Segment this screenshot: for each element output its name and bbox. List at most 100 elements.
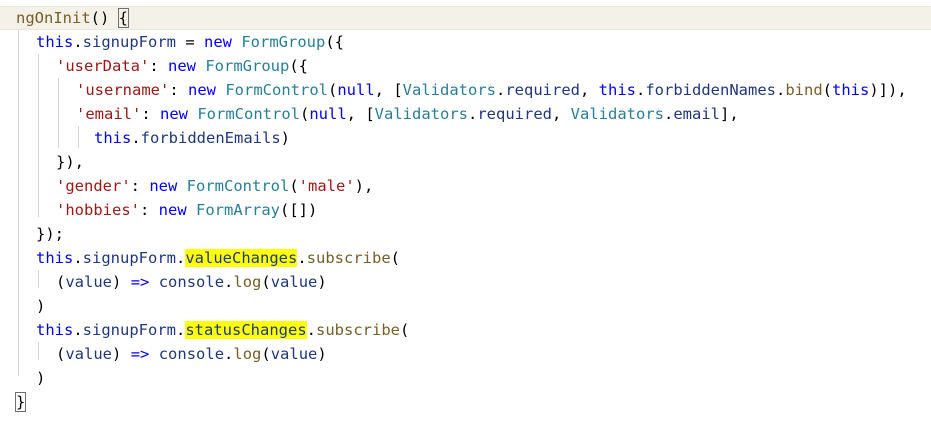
code-line-content: } [14,390,27,414]
code-token: : [140,201,159,219]
code-token: , [ [346,105,375,123]
code-token: )]), [869,81,907,99]
code-token: }); [36,225,64,243]
code-token: Validators [570,105,664,123]
code-line-content: }), [56,150,84,174]
code-token: console [158,273,225,291]
code-token: ngOnInit [16,9,91,27]
code-token: . [636,81,646,99]
code-line[interactable]: ) [0,366,931,390]
code-line-content: 'userData': new FormGroup({ [56,54,308,78]
code-token: this [832,81,870,99]
code-token: , [580,81,599,99]
code-token: ({ [325,33,345,51]
code-token: required [505,81,580,99]
highlighted-token: statusChanges [185,321,307,339]
code-token: value [65,345,113,363]
code-token: log [233,273,262,291]
code-line[interactable]: } [0,390,931,414]
code-token: Validators [374,105,468,123]
code-line[interactable]: ngOnInit() { [0,6,931,30]
code-token: signupForm [82,321,176,339]
code-line[interactable]: 'gender': new FormControl('male'), [0,174,931,198]
code-line-content: this.signupForm = new FormGroup({ [36,30,344,54]
code-token: . [73,33,83,51]
code-token: ) [280,129,290,147]
code-line[interactable]: }), [0,150,931,174]
code-token: . [224,345,234,363]
code-token: ), [354,177,374,195]
code-token: value [270,273,318,291]
code-token: ({ [289,57,309,75]
code-line-content: this.signupForm.statusChanges.subscribe( [36,318,409,342]
code-token: . [776,81,786,99]
matched-bracket: { [117,8,130,28]
code-line[interactable]: (value) => console.log(value) [0,342,931,366]
code-line[interactable]: (value) => console.log(value) [0,270,931,294]
code-token: ( [261,345,271,363]
code-token: . [73,249,83,267]
code-token: signupForm [82,33,176,51]
code-token: , [552,105,571,123]
code-line[interactable]: ) [0,294,931,318]
code-line-content: }); [36,222,64,246]
code-token: this [598,81,636,99]
code-token: new [188,81,216,99]
matched-bracket: } [14,392,27,412]
code-line-content: ) [36,294,45,318]
code-token: => [130,345,150,363]
code-token: signupForm [82,249,176,267]
code-line-content: ngOnInit() { [16,6,130,30]
code-token: this [36,321,74,339]
code-token: new [160,105,188,123]
code-line[interactable]: this.signupForm = new FormGroup({ [0,30,931,54]
code-token: ( [390,249,401,267]
code-token: this [36,33,74,51]
code-token: ) [317,273,327,291]
code-token: FormControl [186,177,290,195]
code-token: . [496,81,506,99]
code-line[interactable]: 'hobbies': new FormArray([]) [0,198,931,222]
code-line[interactable]: this.forbiddenEmails) [0,126,931,150]
code-line-content: 'gender': new FormControl('male'), [56,174,373,198]
code-token: forbiddenEmails [140,129,281,147]
code-token: . [297,249,307,267]
code-token: ([]) [280,201,318,219]
code-token: : [149,57,168,75]
code-line-content: (value) => console.log(value) [56,270,327,294]
code-token: ) [317,345,327,363]
code-token: . [306,321,317,339]
highlighted-token: valueChanges [185,249,298,267]
code-line[interactable]: 'username': new FormControl(null, [Valid… [0,78,931,102]
code-token: ) [112,273,131,291]
code-token: forbiddenNames [645,81,776,99]
code-token: ) [36,297,46,315]
code-line[interactable]: }); [0,222,931,246]
code-token: ( [56,273,66,291]
code-token: . [73,321,83,339]
code-line-content: 'email': new FormControl(null, [Validato… [76,102,739,126]
code-token: log [233,345,262,363]
code-token: Validators [402,81,496,99]
code-token: => [130,273,150,291]
code-token: ], [720,105,739,123]
code-token: ( [328,81,338,99]
code-line[interactable]: this.signupForm.valueChanges.subscribe( [0,246,931,270]
code-token: ( [289,177,299,195]
code-token: : [141,105,160,123]
code-token: console [158,345,225,363]
code-editor[interactable]: ngOnInit() { this.signupForm = new FormG… [0,0,931,433]
code-token: new [168,57,196,75]
code-line[interactable]: this.signupForm.statusChanges.subscribe( [0,318,931,342]
code-line[interactable]: 'email': new FormControl(null, [Validato… [0,102,931,126]
code-token: ( [400,321,410,339]
code-token: = [176,33,204,51]
code-token: . [468,105,478,123]
code-line[interactable]: 'userData': new FormGroup({ [0,54,931,78]
code-line-content: (value) => console.log(value) [56,342,327,366]
